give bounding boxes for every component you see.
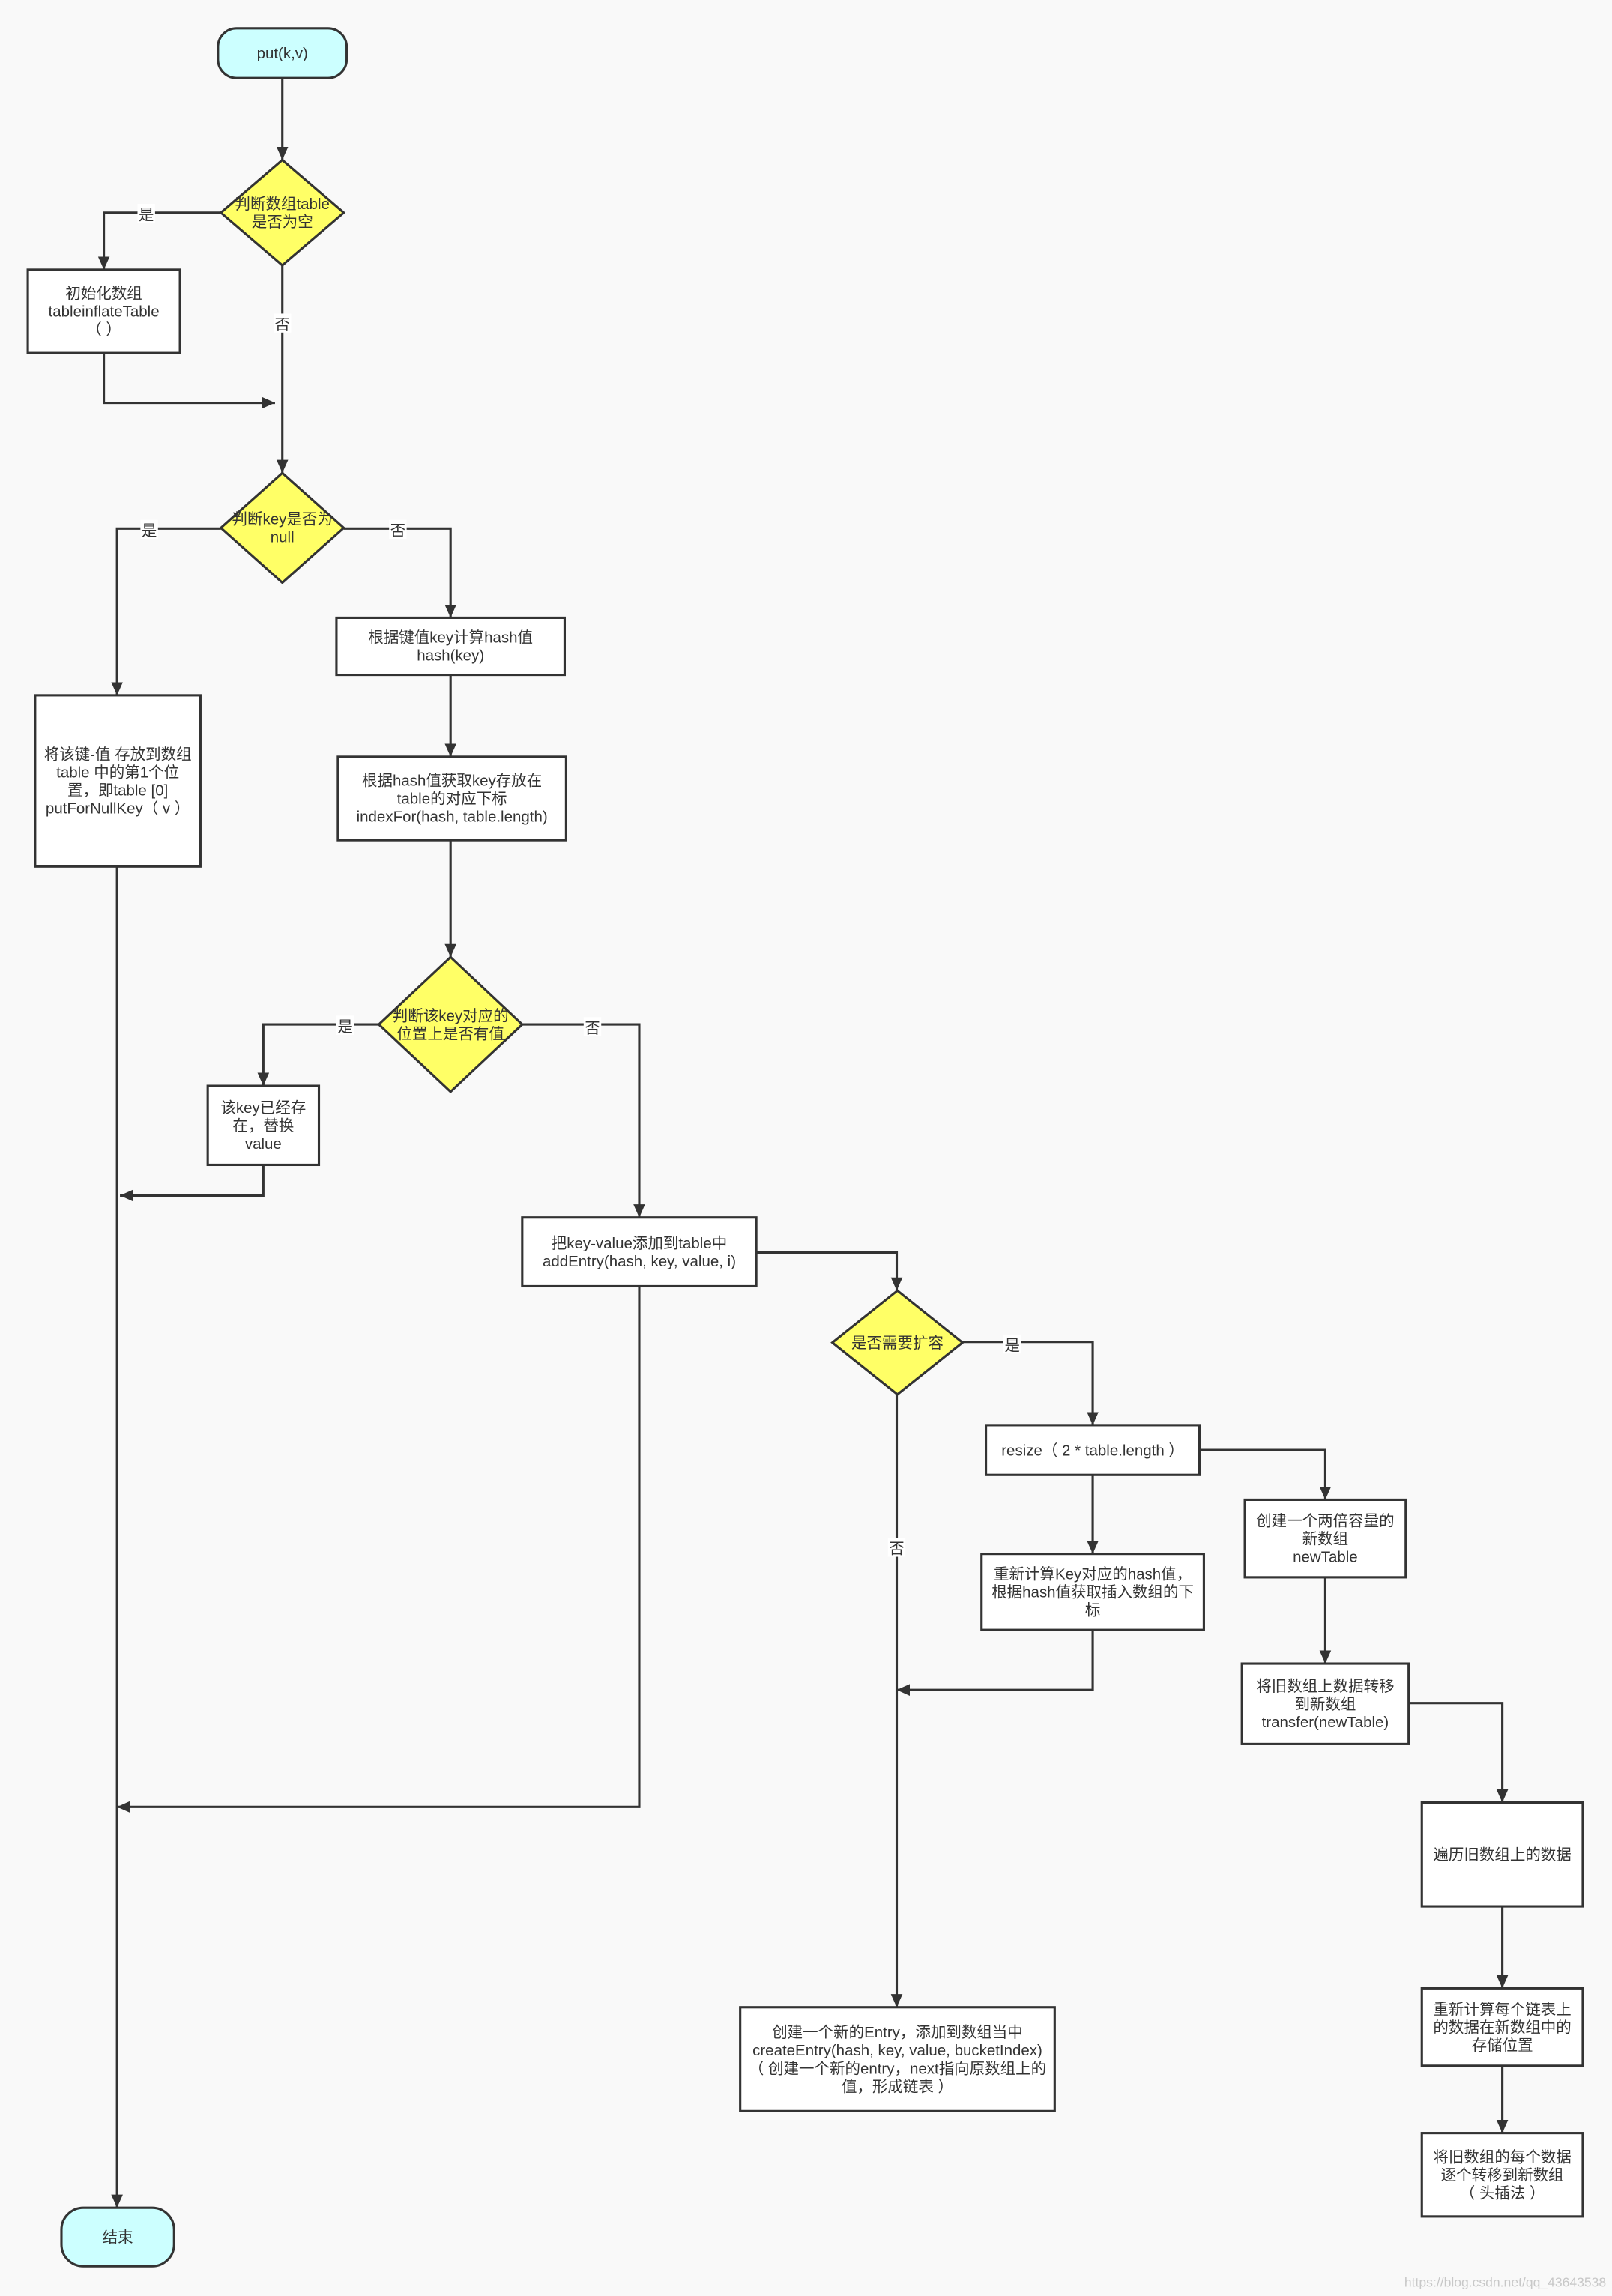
edge-label-text: 否 bbox=[585, 1020, 600, 1037]
node-label: 逐个转移到新数组 bbox=[1441, 2166, 1564, 2184]
edge-label-resize-yes: 是 bbox=[1003, 1334, 1021, 1354]
node-label: 根据hash值获取key存放在 bbox=[362, 773, 542, 790]
node-label: newTable bbox=[1293, 1548, 1358, 1565]
node-label: 创建一个新的Entry，添加到数组当中 bbox=[772, 2024, 1023, 2041]
edge-label-text: 否 bbox=[889, 1541, 905, 1558]
node-resize[interactable]: resize（ 2 * table.length ） bbox=[985, 1424, 1201, 1476]
node-put-null-key[interactable]: 将该键-值 存放到数组table 中的第1个位置，即table [0]putFo… bbox=[34, 694, 202, 868]
node-label: put(k,v) bbox=[257, 45, 308, 62]
node-label: 值，形成链表 ） bbox=[842, 2078, 953, 2095]
node-label: resize（ 2 * table.length ） bbox=[1001, 1442, 1184, 1459]
node-label: tableinflateTable bbox=[49, 303, 160, 321]
node-label: table 中的第1个位 bbox=[56, 764, 179, 781]
edge-label-text: 否 bbox=[274, 316, 290, 333]
node-replace-value[interactable]: 该key已经存在，替换value bbox=[206, 1084, 321, 1167]
node-label: null bbox=[271, 529, 295, 546]
node-label: 位置上是否有值 bbox=[396, 1025, 504, 1042]
node-label: addEntry(hash, key, value, i) bbox=[543, 1253, 736, 1270]
node-label: 把key-value添加到table中 bbox=[552, 1235, 728, 1252]
node-label: 重新计算Key对应的hash值， bbox=[994, 1566, 1192, 1583]
node-label: 遍历旧数组上的数据 bbox=[1433, 1846, 1571, 1864]
node-label: （ 创建一个新的entry，next指向原数组上的 bbox=[749, 2060, 1046, 2077]
node-label: 根据hash值获取插入数组的下 bbox=[991, 1584, 1194, 1601]
edge-label-text: 是 bbox=[142, 522, 157, 540]
node-end[interactable]: 结束 bbox=[60, 2206, 175, 2268]
node-label: 初始化数组 bbox=[65, 286, 142, 303]
node-add-entry[interactable]: 把key-value添加到table中addEntry(hash, key, v… bbox=[521, 1216, 758, 1288]
node-label: （ ） bbox=[86, 321, 121, 339]
node-transfer[interactable]: 将旧数组上数据转移到新数组transfer(newTable) bbox=[1240, 1662, 1410, 1745]
edge-label-text: 是 bbox=[139, 207, 154, 224]
node-label: 结束 bbox=[103, 2229, 133, 2246]
edge-label-table-empty-no: 否 bbox=[274, 313, 292, 333]
node-label: 是否需要扩容 bbox=[851, 1335, 944, 1352]
edge-label-text: 是 bbox=[1004, 1337, 1020, 1354]
node-label: putForNullKey（ v ） bbox=[46, 800, 190, 817]
node-label: createEntry(hash, key, value, bucketInde… bbox=[752, 2042, 1042, 2059]
node-label: 是否为空 bbox=[252, 214, 313, 231]
node-init-table[interactable]: 初始化数组tableinflateTable（ ） bbox=[26, 268, 181, 354]
node-label: indexFor(hash, table.length) bbox=[357, 809, 548, 826]
node-label: 判断该key对应的 bbox=[393, 1007, 509, 1024]
watermark: https://blog.csdn.net/qq_43643538 bbox=[1404, 2275, 1606, 2291]
edge-label-has-value-no: 否 bbox=[583, 1017, 602, 1037]
node-move-entries[interactable]: 将旧数组的每个数据逐个转移到新数组（ 头插法 ） bbox=[1420, 2132, 1584, 2218]
node-new-table[interactable]: 创建一个两倍容量的新数组newTable bbox=[1243, 1498, 1407, 1579]
node-label: 标 bbox=[1085, 1602, 1101, 1619]
edge-label-table-empty-yes: 是 bbox=[137, 204, 155, 224]
node-rehash[interactable]: 重新计算Key对应的hash值，根据hash值获取插入数组的下标 bbox=[980, 1553, 1205, 1631]
node-label: value bbox=[245, 1135, 282, 1152]
flowchart-canvas: put(k,v) 判断数组table是否为空初始化数组tableinflateTa… bbox=[0, 0, 1612, 2296]
node-label: 将旧数组上数据转移 bbox=[1256, 1678, 1394, 1695]
node-label: 到新数组 bbox=[1294, 1696, 1356, 1713]
node-label: 重新计算每个链表上 bbox=[1433, 2001, 1571, 2018]
node-calc-hash[interactable]: 根据键值key计算hash值hash(key) bbox=[335, 616, 566, 677]
node-label: 将该键-值 存放到数组 bbox=[44, 746, 192, 763]
node-create-entry[interactable]: 创建一个新的Entry，添加到数组当中createEntry(hash, key… bbox=[739, 2006, 1056, 2112]
node-label: 置，即table [0] bbox=[67, 782, 168, 799]
node-iterate-old[interactable]: 遍历旧数组上的数据 bbox=[1420, 1801, 1584, 1908]
edge-label-key-null-yes: 是 bbox=[140, 519, 158, 540]
edge-label-key-null-no: 否 bbox=[389, 519, 407, 540]
edge-label-resize-no: 否 bbox=[887, 1538, 906, 1558]
edge-label-text: 否 bbox=[390, 522, 406, 540]
node-label: 根据键值key计算hash值 bbox=[368, 629, 533, 647]
node-label: 在，替换 bbox=[232, 1117, 294, 1135]
node-label: 判断key是否为 bbox=[232, 511, 333, 528]
node-index-for[interactable]: 根据hash值获取key存放在table的对应下标indexFor(hash, … bbox=[336, 755, 567, 842]
node-label: 的数据在新数组中的 bbox=[1433, 2019, 1571, 2036]
edge-label-has-value-yes: 是 bbox=[336, 1015, 354, 1036]
node-label: 判断数组table bbox=[235, 196, 330, 213]
node-start[interactable]: put(k,v) bbox=[217, 27, 348, 79]
node-label: transfer(newTable) bbox=[1262, 1714, 1389, 1731]
node-label: 将旧数组的每个数据 bbox=[1433, 2148, 1571, 2166]
node-label: 新数组 bbox=[1302, 1530, 1348, 1547]
edge-label-text: 是 bbox=[337, 1018, 353, 1036]
node-label: table的对应下标 bbox=[397, 791, 507, 808]
node-label: 存储位置 bbox=[1472, 2037, 1533, 2054]
node-recompute-pos[interactable]: 重新计算每个链表上的数据在新数组中的存储位置 bbox=[1420, 1987, 1584, 2067]
node-label: （ 头插法 ） bbox=[1460, 2184, 1545, 2202]
node-label: hash(key) bbox=[417, 647, 484, 665]
node-label: 该key已经存 bbox=[220, 1099, 306, 1117]
node-label: 创建一个两倍容量的 bbox=[1256, 1512, 1394, 1529]
